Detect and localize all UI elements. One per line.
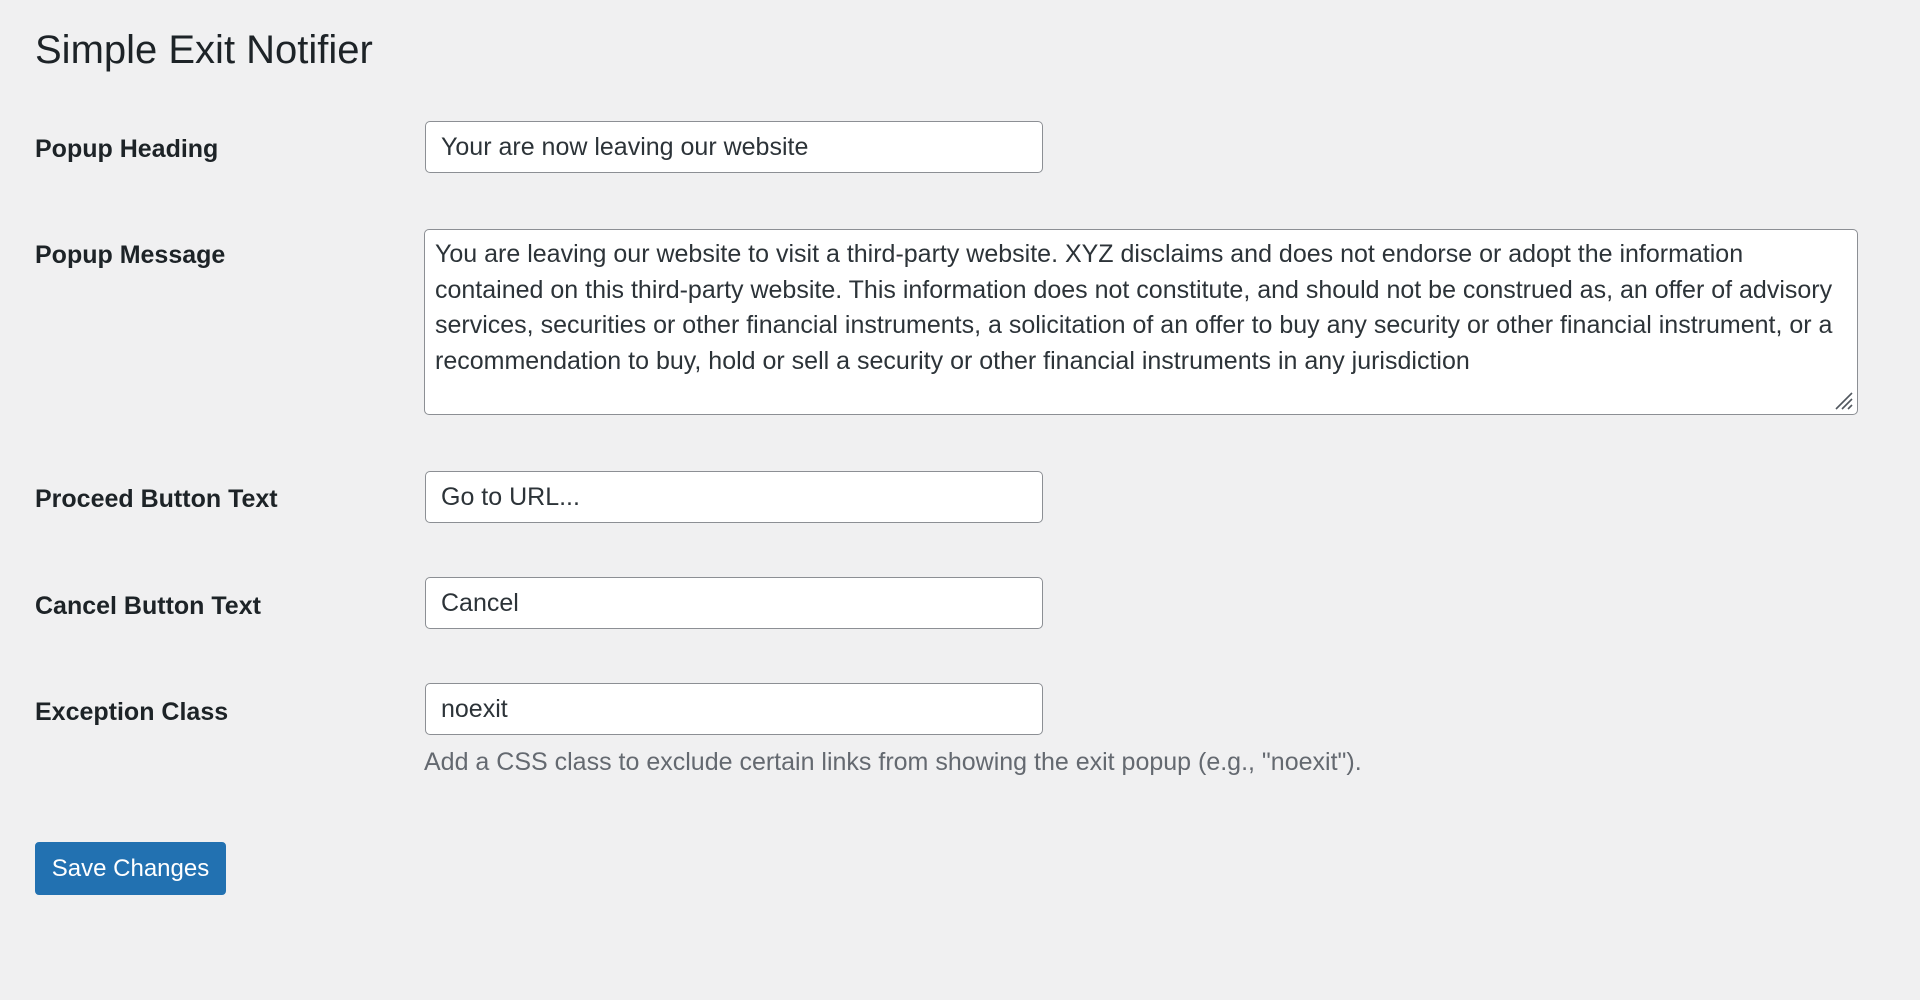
- popup-message-textarea[interactable]: You are leaving our website to visit a t…: [424, 229, 1858, 415]
- settings-page: Simple Exit Notifier Popup Heading Popup…: [0, 0, 1920, 1000]
- popup-heading-label: Popup Heading: [35, 135, 219, 163]
- page-title: Simple Exit Notifier: [35, 28, 373, 72]
- exception-class-input[interactable]: [425, 683, 1043, 735]
- save-changes-button[interactable]: Save Changes: [35, 842, 226, 895]
- proceed-button-text-label: Proceed Button Text: [35, 485, 278, 513]
- proceed-button-text-input[interactable]: [425, 471, 1043, 523]
- popup-message-label: Popup Message: [35, 241, 226, 269]
- cancel-button-text-input[interactable]: [425, 577, 1043, 629]
- cancel-button-text-label: Cancel Button Text: [35, 592, 261, 620]
- exception-class-label: Exception Class: [35, 698, 229, 726]
- popup-heading-input[interactable]: [425, 121, 1043, 173]
- exception-class-description: Add a CSS class to exclude certain links…: [424, 748, 1362, 776]
